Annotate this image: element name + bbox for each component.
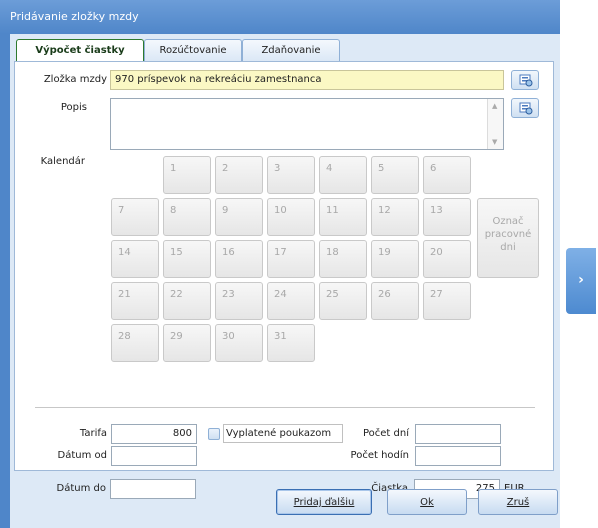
tab-vypocet-ciastky[interactable]: Výpočet čiastky xyxy=(16,39,144,62)
date-from-label: Dátum od xyxy=(57,450,107,461)
component-field[interactable]: 970 príspevok na rekreáciu zamestnanca xyxy=(110,70,504,90)
lookup-icon xyxy=(519,74,533,87)
title-bar: Pridávanie zložky mzdy xyxy=(0,0,560,34)
calendar-day[interactable]: 31 xyxy=(267,324,315,362)
ok-button[interactable]: Ok xyxy=(387,489,467,515)
calendar-day[interactable]: 3 xyxy=(267,156,315,194)
component-label: Zložka mzdy xyxy=(43,74,107,85)
calendar-day[interactable]: 4 xyxy=(319,156,367,194)
calendar-day[interactable]: 10 xyxy=(267,198,315,236)
calendar-day[interactable]: 1 xyxy=(163,156,211,194)
calendar-day[interactable]: 30 xyxy=(215,324,263,362)
calendar-day[interactable]: 27 xyxy=(423,282,471,320)
calendar-day[interactable]: 12 xyxy=(371,198,419,236)
tariff-label: Tarifa xyxy=(79,428,107,439)
description-textarea[interactable]: ▲ ▼ xyxy=(110,98,504,150)
date-to-field[interactable] xyxy=(110,479,196,499)
tab-panel: Zložka mzdy 970 príspevok na rekreáciu z… xyxy=(14,61,554,471)
days-count-label: Počet dní xyxy=(362,428,409,439)
calendar-day[interactable]: 14 xyxy=(111,240,159,278)
add-next-label: Pridaj ďalšiu xyxy=(293,497,355,508)
calendar-day[interactable]: 24 xyxy=(267,282,315,320)
tab-label: Rozúčtovanie xyxy=(159,45,227,56)
scroll-down-icon[interactable]: ▼ xyxy=(492,138,497,146)
tab-zdanovanie[interactable]: Zdaňovanie xyxy=(242,39,340,61)
calendar-day[interactable]: 18 xyxy=(319,240,367,278)
calendar-day[interactable]: 26 xyxy=(371,282,419,320)
cancel-button[interactable]: Zruš xyxy=(478,489,558,515)
tab-label: Zdaňovanie xyxy=(261,45,321,56)
date-from-field[interactable] xyxy=(111,446,197,466)
calendar-day[interactable]: 15 xyxy=(163,240,211,278)
calendar-day[interactable]: 20 xyxy=(423,240,471,278)
dialog-window: Pridávanie zložky mzdy Výpočet čiastky R… xyxy=(0,0,598,528)
calendar-day[interactable]: 22 xyxy=(163,282,211,320)
add-next-button[interactable]: Pridaj ďalšiu xyxy=(276,489,372,515)
calendar-day[interactable]: 5 xyxy=(371,156,419,194)
tab-rozuctovanie[interactable]: Rozúčtovanie xyxy=(144,39,242,61)
vouchers-checkbox[interactable] xyxy=(208,428,220,440)
date-to-label: Dátum do xyxy=(56,483,106,494)
cancel-label: Zruš xyxy=(506,497,530,508)
separator xyxy=(35,407,535,408)
days-count-field[interactable] xyxy=(415,424,501,444)
calendar-day[interactable]: 16 xyxy=(215,240,263,278)
side-panel-expand-button[interactable]: › xyxy=(566,248,596,314)
calendar-day[interactable]: 28 xyxy=(111,324,159,362)
dialog-client-area: Výpočet čiastky Rozúčtovanie Zdaňovanie … xyxy=(10,34,560,528)
mark-workdays-label: Označ pracovné dni xyxy=(484,216,532,253)
tab-label: Výpočet čiastky xyxy=(35,45,125,56)
description-scrollbar[interactable]: ▲ ▼ xyxy=(487,99,503,149)
window-frame-left xyxy=(0,34,10,528)
calendar-day[interactable]: 23 xyxy=(215,282,263,320)
tariff-field[interactable]: 800 xyxy=(111,424,197,444)
description-label: Popis xyxy=(60,102,87,113)
calendar-day[interactable]: 2 xyxy=(215,156,263,194)
calendar-day[interactable]: 25 xyxy=(319,282,367,320)
ok-label: Ok xyxy=(420,497,434,508)
calendar-day[interactable]: 29 xyxy=(163,324,211,362)
calendar-label: Kalendár xyxy=(40,156,85,167)
component-lookup-button[interactable] xyxy=(511,70,539,90)
calendar-day[interactable]: 19 xyxy=(371,240,419,278)
calendar-day[interactable]: 13 xyxy=(423,198,471,236)
calendar-day[interactable]: 6 xyxy=(423,156,471,194)
calendar-day[interactable]: 21 xyxy=(111,282,159,320)
window-title: Pridávanie zložky mzdy xyxy=(10,10,139,23)
calendar-day[interactable]: 7 xyxy=(111,198,159,236)
scroll-up-icon[interactable]: ▲ xyxy=(492,102,497,110)
calendar-day[interactable]: 17 xyxy=(267,240,315,278)
calendar-day[interactable]: 11 xyxy=(319,198,367,236)
chevron-right-icon: › xyxy=(578,272,584,288)
hours-count-field[interactable] xyxy=(415,446,501,466)
calendar-day[interactable]: 9 xyxy=(215,198,263,236)
lookup-icon xyxy=(519,102,533,115)
hours-count-label: Počet hodín xyxy=(350,450,409,461)
calendar-day[interactable]: 8 xyxy=(163,198,211,236)
description-lookup-button[interactable] xyxy=(511,98,539,118)
mark-workdays-button[interactable]: Označ pracovné dni xyxy=(477,198,539,278)
